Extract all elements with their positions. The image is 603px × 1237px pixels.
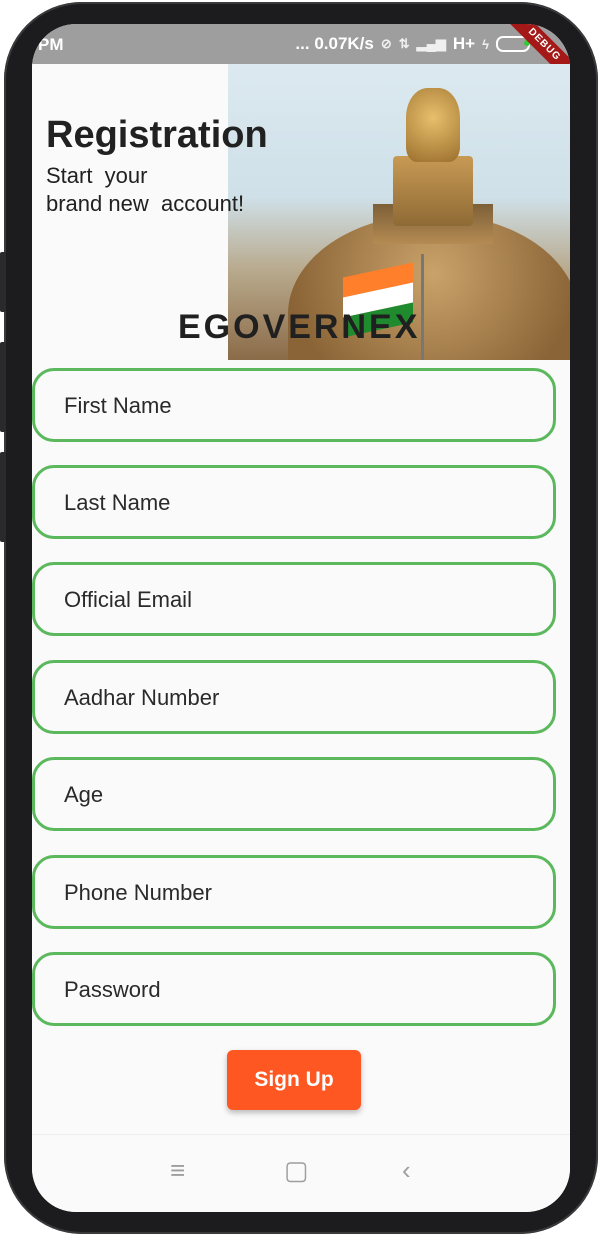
phone-screen: PM ... 0.07K/s ⊘ ⇅ ▂▄▆ H+ ϟ DEBUG Regist… <box>32 24 570 1212</box>
last-name-placeholder: Last Name <box>64 490 171 515</box>
last-name-field[interactable]: Last Name <box>32 465 556 539</box>
first-name-placeholder: First Name <box>64 393 172 418</box>
official-email-field[interactable]: Official Email <box>32 562 556 636</box>
aadhar-number-field[interactable]: Aadhar Number <box>32 660 556 734</box>
back-icon[interactable]: ‹ <box>402 1155 411 1186</box>
side-button <box>0 452 6 542</box>
status-bar: PM ... 0.07K/s ⊘ ⇅ ▂▄▆ H+ ϟ DEBUG <box>32 24 570 87</box>
first-name-field[interactable]: First Name <box>32 368 556 442</box>
page-title: Registration <box>46 114 268 156</box>
status-icons: ... 0.07K/s ⊘ ⇅ ▂▄▆ H+ ϟ <box>295 34 530 54</box>
registration-header: Registration Start your brand new accoun… <box>32 64 570 360</box>
password-placeholder: Password <box>64 977 161 1002</box>
sign-up-button[interactable]: Sign Up <box>227 1050 361 1110</box>
home-icon[interactable]: ▢ <box>284 1155 309 1186</box>
lion-emblem-icon <box>406 88 460 162</box>
signal-icon: ▂▄▆ <box>416 36 446 51</box>
menu-icon[interactable]: ≡ <box>170 1155 185 1186</box>
page-subtitle: Start your brand new account! <box>46 163 245 216</box>
password-field[interactable]: Password <box>32 952 556 1026</box>
pedestal-shape <box>393 156 473 226</box>
age-placeholder: Age <box>64 782 104 807</box>
official-email-placeholder: Official Email <box>64 587 192 612</box>
status-time: PM <box>38 35 64 54</box>
charging-icon: ϟ <box>482 36 489 52</box>
power-button <box>0 342 6 432</box>
volume-button <box>0 252 6 312</box>
flag-pole <box>421 254 424 360</box>
phone-number-placeholder: Phone Number <box>64 880 212 905</box>
network-type: H+ <box>452 34 476 53</box>
android-nav-bar: ≡ ▢ ‹ <box>32 1134 570 1212</box>
data-transfer-icon: ⇅ <box>398 36 410 51</box>
aadhar-number-placeholder: Aadhar Number <box>64 685 220 710</box>
phone-number-field[interactable]: Phone Number <box>32 855 556 929</box>
net-speed: ... 0.07K/s <box>295 34 374 53</box>
alarm-off-icon: ⊘ <box>380 36 392 51</box>
brand-logo-text: EGOVERNEX <box>178 308 421 346</box>
age-field[interactable]: Age <box>32 757 556 831</box>
